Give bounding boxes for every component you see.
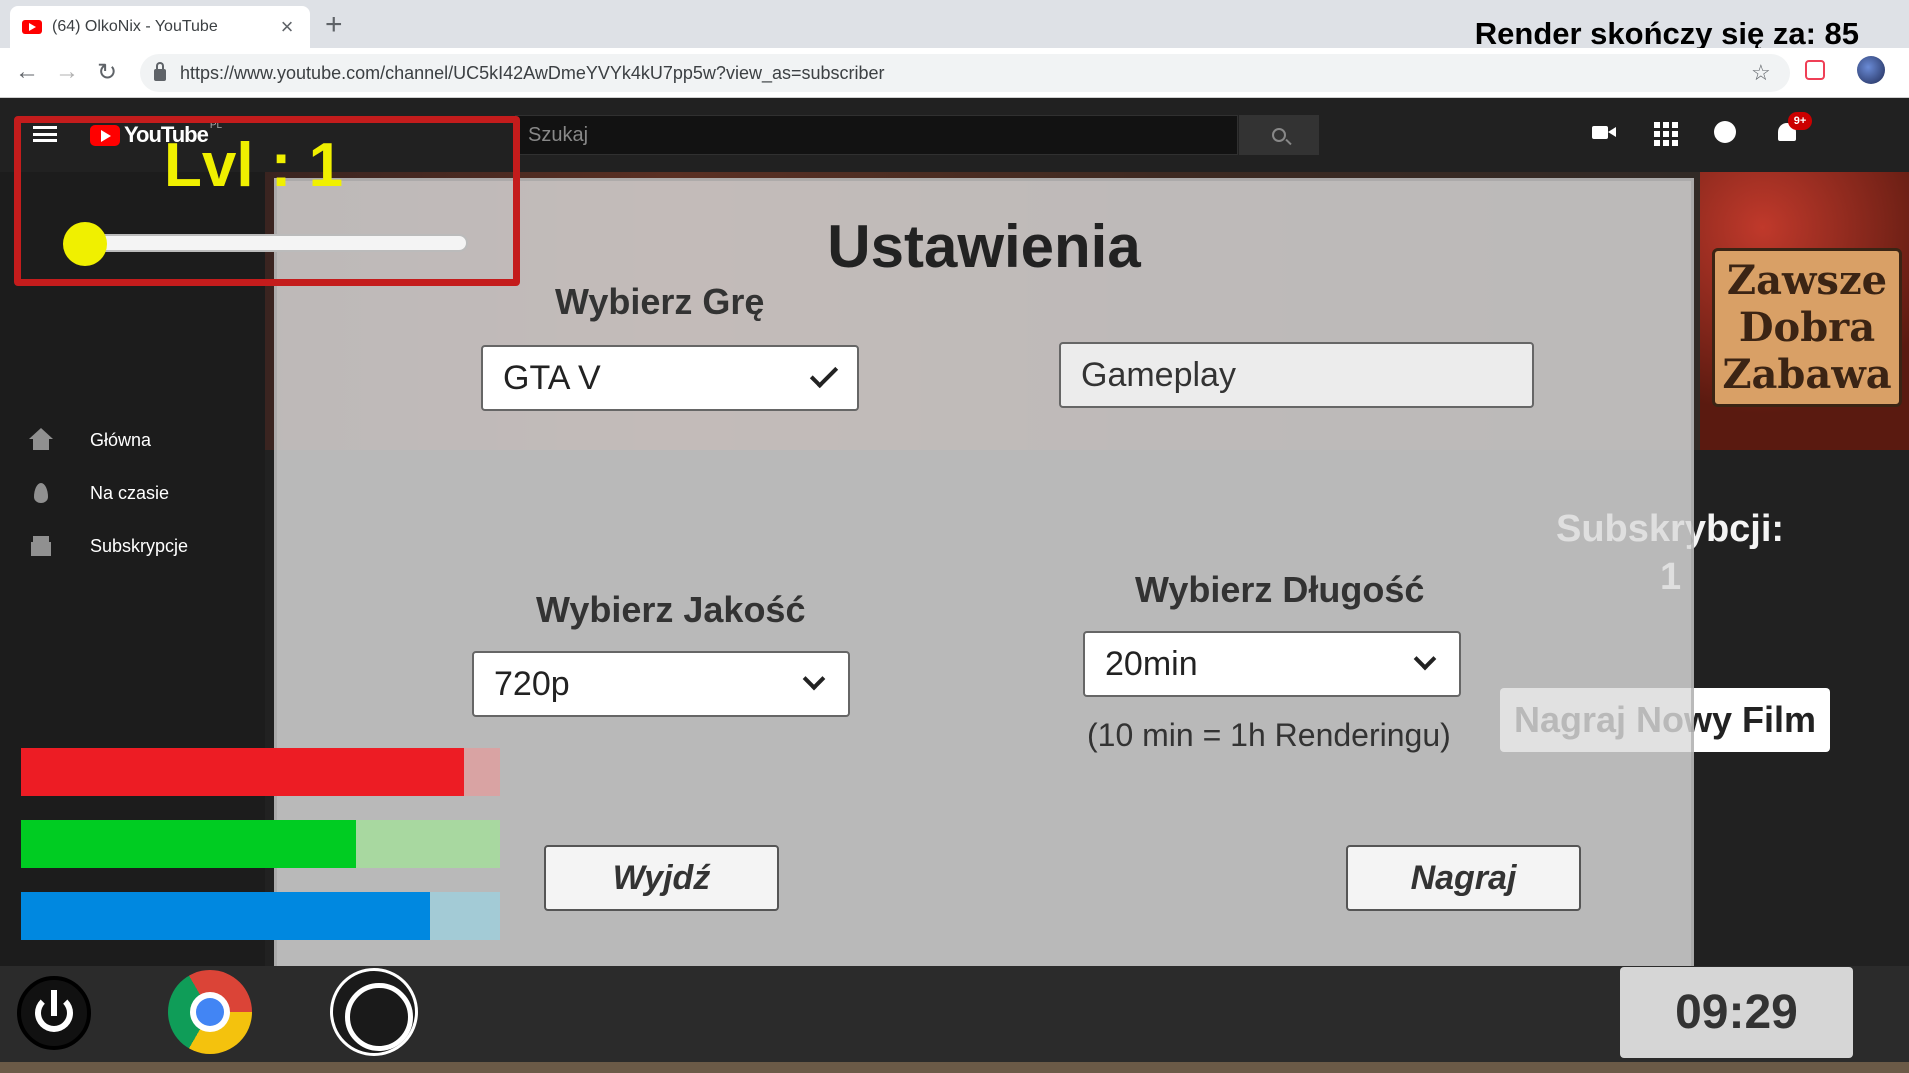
notification-badge: 9+ (1788, 112, 1812, 130)
stat-bar-blue-fill (21, 892, 430, 940)
lock-icon (154, 62, 166, 81)
stat-bar-blue (21, 892, 500, 940)
stat-bar-green (21, 820, 500, 868)
apps-grid-icon[interactable] (1652, 120, 1678, 146)
length-note: (10 min = 1h Renderingu) (1087, 717, 1451, 753)
youtube-favicon-icon (22, 20, 42, 34)
sidebar-item-label: Główna (90, 429, 152, 450)
length-select-value: 20min (1105, 644, 1198, 683)
obs-icon[interactable] (330, 968, 418, 1056)
pocket-extension-icon[interactable] (1805, 60, 1825, 80)
exit-button[interactable]: Wyjdź (544, 845, 779, 911)
browser-tab[interactable]: (64) OlkoNix - YouTube × (10, 6, 310, 48)
power-icon[interactable] (17, 976, 91, 1050)
upload-video-icon[interactable] (1592, 120, 1618, 146)
home-icon (29, 428, 53, 452)
render-timer: Render skończy się za: 85 (1474, 16, 1859, 51)
sidebar-item-label: Na czasie (90, 482, 170, 503)
chrome-icon[interactable] (168, 970, 252, 1054)
bookmark-star-icon[interactable]: ☆ (1751, 60, 1771, 86)
subscriptions-icon (29, 534, 53, 558)
stat-bar-red-fill (21, 748, 464, 796)
chevron-down-icon (802, 667, 826, 691)
banner-sign-text: Zawsze Dobra Zabawa (1712, 248, 1902, 407)
tab-title: (64) OlkoNix - YouTube (52, 18, 218, 35)
game-select[interactable]: GTA V (481, 345, 859, 411)
address-bar-row: ← → ↻ https://www.youtube.com/channel/UC… (0, 48, 1909, 98)
tab-close-icon[interactable]: × (276, 14, 298, 40)
quality-select[interactable]: 720p (472, 651, 850, 717)
youtube-search-button[interactable] (1239, 115, 1319, 155)
reload-icon[interactable]: ↻ (92, 58, 122, 87)
length-label: Wybierz Długość (1135, 569, 1425, 610)
url-field[interactable]: https://www.youtube.com/channel/UC5kI42A… (140, 54, 1790, 92)
quality-select-value: 720p (494, 664, 570, 703)
record-button[interactable]: Nagraj (1346, 845, 1581, 911)
youtube-search-input[interactable]: Szukaj (515, 115, 1238, 155)
clock: 09:29 (1620, 967, 1853, 1058)
game-label: Wybierz Grę (555, 281, 765, 322)
category-input[interactable]: Gameplay (1059, 342, 1534, 408)
sidebar-item-trending[interactable]: Na czasie (0, 471, 265, 515)
new-tab-button[interactable]: + (325, 8, 343, 42)
sidebar-item-label: Subskrypcje (90, 535, 189, 556)
taskbar-floor (0, 1062, 1909, 1073)
stat-bar-green-fill (21, 820, 356, 868)
length-select[interactable]: 20min (1083, 631, 1461, 697)
forward-arrow-icon[interactable]: → (52, 58, 82, 86)
quality-label: Wybierz Jakość (536, 589, 806, 630)
profile-avatar-icon[interactable] (1857, 56, 1885, 84)
checkmark-icon (809, 359, 839, 389)
level-progress-track (88, 234, 468, 252)
sidebar-item-subscriptions[interactable]: Subskrypcje (0, 524, 265, 568)
messages-icon[interactable] (1713, 120, 1739, 146)
stat-bar-red (21, 748, 500, 796)
search-icon (1272, 128, 1286, 142)
back-arrow-icon[interactable]: ← (12, 58, 42, 86)
fire-icon (29, 481, 53, 505)
sidebar-item-home[interactable]: Główna (0, 418, 265, 462)
level-text: Lvl : 1 (164, 131, 344, 200)
chevron-down-icon (1413, 647, 1437, 671)
level-progress-thumb (63, 222, 107, 266)
url-text: https://www.youtube.com/channel/UC5kI42A… (180, 62, 885, 83)
game-select-value: GTA V (503, 358, 601, 397)
browser-tab-strip: (64) OlkoNix - YouTube × + Render skończ… (0, 0, 1909, 51)
